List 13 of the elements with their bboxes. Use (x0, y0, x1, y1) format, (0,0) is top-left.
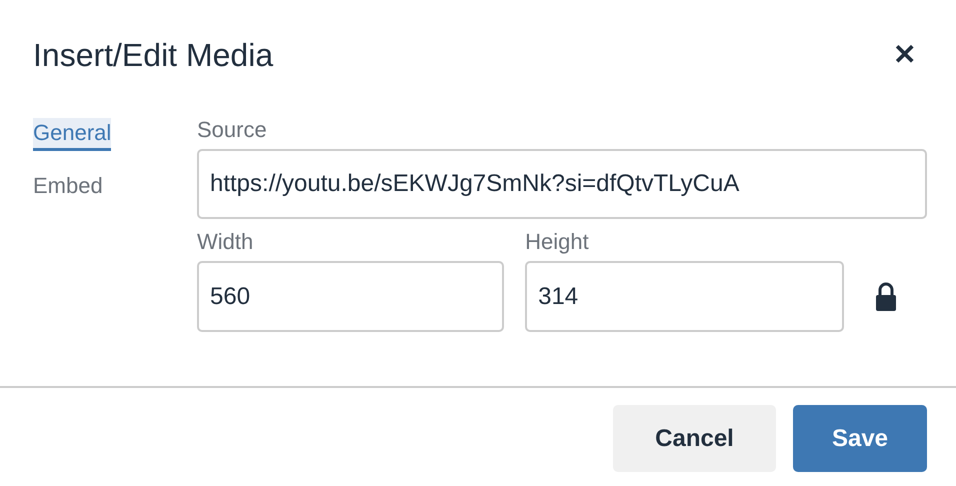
tab[interactable]: Embed (33, 171, 103, 204)
lock-icon (874, 282, 897, 312)
field-label: Height (525, 231, 590, 253)
save-button[interactable]: Save (793, 405, 927, 472)
width-field[interactable]: 560 (197, 261, 504, 332)
field-label: Width (197, 231, 254, 253)
source-field[interactable]: https://youtu.be/sEKWJg7SmNk?si=dfQtvTLyCuA (197, 149, 927, 219)
tab[interactable]: General (33, 118, 112, 151)
cancel-button[interactable]: Cancel (613, 405, 776, 472)
close-button[interactable]: ✕ (893, 41, 916, 69)
dialog-title: Insert/Edit Media (33, 39, 274, 71)
height-field[interactable]: 314 (525, 261, 844, 332)
field-label: Source (197, 118, 268, 141)
